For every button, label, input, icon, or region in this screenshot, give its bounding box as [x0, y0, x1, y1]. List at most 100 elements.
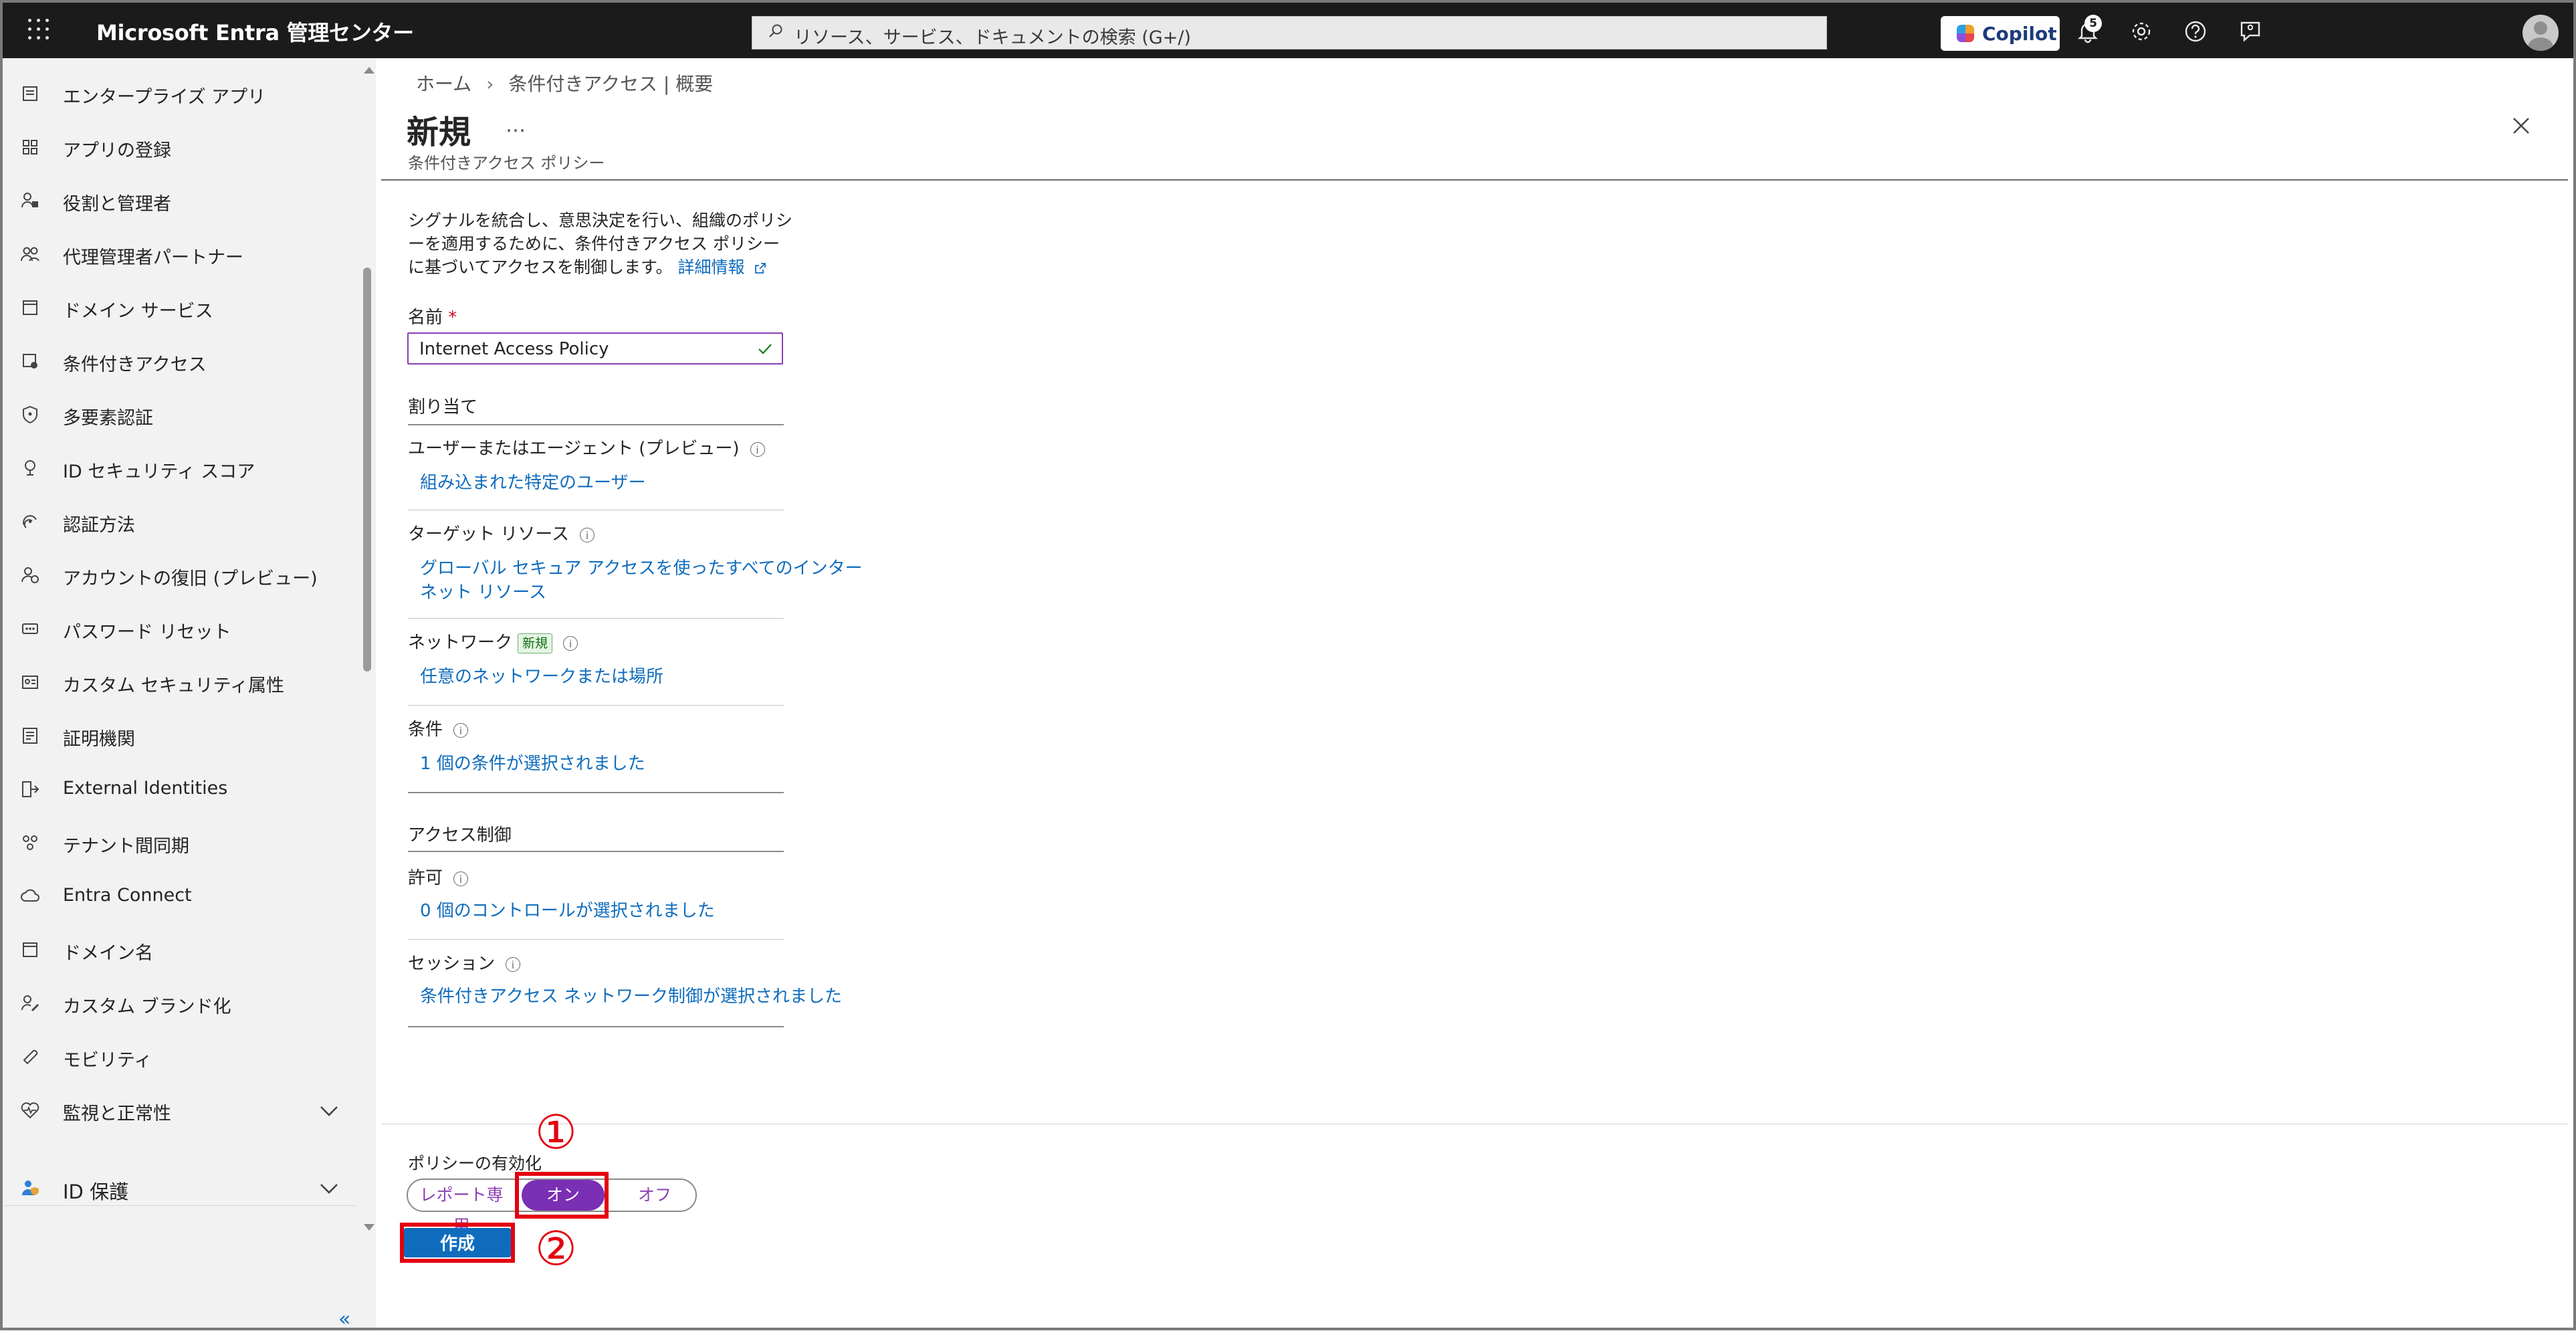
external-identities-icon: [22, 781, 39, 797]
sidebar-item-external-identities[interactable]: External Identities: [3, 763, 350, 815]
feedback-icon[interactable]: [2238, 19, 2263, 44]
policy-description: シグナルを統合し、意思決定を行い、組織のポリシーを適用するために、条件付きアクセ…: [408, 209, 796, 279]
sidebar-item-label: テナント間同期: [63, 836, 189, 857]
assignments-heading: 割り当て: [408, 397, 478, 417]
conditions-label: 条件 i: [408, 716, 469, 740]
sidebar-item-label: モビリティ: [63, 1050, 152, 1071]
network-label: ネットワーク 新規 i: [408, 629, 578, 653]
more-options-button[interactable]: …: [506, 114, 527, 137]
window-frame: [0, 0, 2576, 1330]
sidebar-item-secure-score[interactable]: ID セキュリティ スコア: [3, 442, 350, 494]
target-resources-link[interactable]: グローバル セキュア アクセスを使ったすべてのインター ネット リソース: [420, 556, 863, 605]
sidebar-item-label: カスタム セキュリティ属性: [63, 676, 284, 696]
sidebar-item-label: カスタム ブランド化: [63, 997, 231, 1017]
toggle-off[interactable]: オフ: [615, 1180, 694, 1211]
info-icon[interactable]: i: [563, 635, 578, 651]
annotation-highlight-create: [400, 1223, 515, 1263]
scroll-down-arrow-icon[interactable]: [364, 1224, 374, 1231]
policy-name-value: Internet Access Policy: [419, 339, 609, 359]
sidebar-item-mobility[interactable]: モビリティ: [3, 1031, 350, 1083]
close-icon[interactable]: [2510, 115, 2532, 136]
sidebar-item-security-attributes[interactable]: カスタム セキュリティ属性: [3, 656, 350, 708]
session-label: セッション i: [408, 950, 521, 975]
session-label-text: セッション: [408, 954, 496, 974]
item-divider: [408, 939, 784, 940]
sidebar-scroll-thumb[interactable]: [363, 268, 371, 672]
breadcrumb-conditional-access[interactable]: 条件付きアクセス | 概要: [508, 73, 713, 95]
branding-icon: [21, 995, 39, 1012]
conditions-link[interactable]: 1 個の条件が選択されました: [420, 752, 645, 776]
sidebar-item-label: 認証方法: [63, 515, 135, 536]
policy-name-input[interactable]: Internet Access Policy: [407, 332, 783, 365]
auth-methods-icon: [23, 515, 37, 528]
sidebar-item-account-recovery[interactable]: アカウントの復旧 (プレビュー): [3, 549, 350, 601]
learn-more-link[interactable]: 詳細情報: [677, 258, 767, 277]
breadcrumb-home[interactable]: ホーム: [416, 73, 471, 95]
name-label-text: 名前: [408, 308, 443, 328]
sidebar-item-domain-names[interactable]: ドメイン名: [3, 924, 350, 976]
section-divider: [408, 792, 784, 793]
sidebar-item-conditional-access[interactable]: 条件付きアクセス: [3, 335, 350, 387]
app-registration-icon: [23, 140, 37, 155]
sidebar-item-label: External Identities: [63, 778, 228, 799]
sidebar-item-label: ドメイン名: [63, 943, 153, 964]
roles-icon: [21, 193, 38, 208]
copilot-button[interactable]: Copilot: [1941, 16, 2060, 51]
target-resources-label: ターゲット リソース i: [408, 520, 595, 545]
toggle-report-only[interactable]: レポート専用: [412, 1180, 511, 1235]
sidebar-item-password-reset[interactable]: パスワード リセット: [3, 603, 350, 655]
chevron-down-icon[interactable]: [317, 1176, 341, 1201]
gear-icon[interactable]: [2129, 19, 2154, 44]
collapse-sidebar-button[interactable]: «: [338, 1308, 350, 1331]
sidebar-item-roles[interactable]: 役割と管理者: [3, 175, 350, 227]
sidebar-item-label: アカウントの復旧 (プレビュー): [63, 569, 318, 589]
global-search-input[interactable]: リソース、サービス、ドキュメントの検索 (G+/): [752, 16, 1827, 49]
sidebar-item-entra-connect[interactable]: Entra Connect: [3, 870, 350, 922]
sidebar-item-domain-services[interactable]: ドメイン サービス: [3, 282, 350, 334]
delegated-admin-icon: [21, 247, 39, 262]
item-divider: [408, 618, 784, 619]
header-divider: [381, 179, 2568, 181]
sidebar-item-enterprise-apps[interactable]: エンタープライズ アプリ: [3, 68, 350, 120]
grant-link[interactable]: 0 個のコントロールが選択されました: [420, 899, 715, 923]
copilot-label: Copilot: [1982, 23, 2057, 45]
grant-label-text: 許可: [408, 868, 443, 888]
search-placeholder: リソース、サービス、ドキュメントの検索 (G+/): [794, 27, 1191, 48]
info-icon[interactable]: i: [750, 441, 765, 457]
help-icon[interactable]: [2183, 19, 2208, 44]
grant-label: 許可 i: [408, 864, 469, 889]
sidebar-item-certificate-authority[interactable]: 証明機関: [3, 710, 350, 762]
access-controls-heading: アクセス制御: [408, 825, 512, 845]
tenant-sync-icon: [23, 835, 37, 850]
network-link[interactable]: 任意のネットワークまたは場所: [420, 665, 663, 689]
conditional-access-icon: [23, 354, 37, 369]
annotation-step-2: ②: [535, 1221, 577, 1276]
sidebar-item-label: Entra Connect: [63, 885, 192, 906]
sidebar-item-mfa[interactable]: 多要素認証: [3, 389, 350, 441]
scroll-up-arrow-icon[interactable]: [364, 67, 374, 74]
network-label-text: ネットワーク: [408, 633, 513, 653]
sidebar-item-app-registration[interactable]: アプリの登録: [3, 121, 350, 173]
app-launcher-icon[interactable]: [28, 19, 51, 41]
sidebar-item-branding[interactable]: カスタム ブランド化: [3, 977, 350, 1029]
sidebar-section-id-protection[interactable]: ID 保護: [3, 1162, 350, 1214]
sidebar-item-delegated-admin[interactable]: 代理管理者パートナー: [3, 228, 350, 280]
users-link[interactable]: 組み込まれた特定のユーザー: [420, 471, 645, 495]
sidebar-item-tenant-sync[interactable]: テナント間同期: [3, 817, 350, 869]
sidebar-item-label: 役割と管理者: [63, 194, 171, 215]
info-icon[interactable]: i: [453, 871, 469, 886]
session-link[interactable]: 条件付きアクセス ネットワーク制御が選択されました: [420, 985, 842, 1009]
users-label: ユーザーまたはエージェント (プレビュー) i: [408, 435, 765, 459]
info-icon[interactable]: i: [579, 527, 595, 542]
portal-brand[interactable]: Microsoft Entra 管理センター: [96, 16, 414, 47]
sidebar-section-label: ID 保護: [63, 1181, 129, 1203]
info-icon[interactable]: i: [453, 722, 469, 738]
sidebar-item-auth-methods[interactable]: 認証方法: [3, 496, 350, 548]
chevron-down-icon[interactable]: [317, 1099, 341, 1123]
sidebar-scrollbar[interactable]: [357, 58, 376, 1328]
mobility-icon: [23, 1049, 38, 1065]
sidebar-item-monitoring[interactable]: 監視と正常性: [3, 1084, 350, 1136]
notification-count-badge: 5: [2084, 15, 2102, 32]
user-avatar[interactable]: [2523, 15, 2559, 51]
info-icon[interactable]: i: [506, 956, 521, 972]
